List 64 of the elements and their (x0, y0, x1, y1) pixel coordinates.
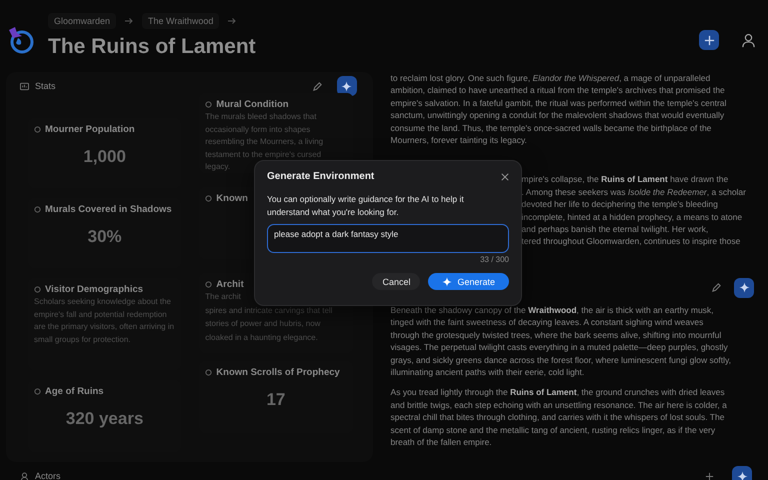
globe-logo-icon (6, 26, 34, 54)
generate-button[interactable]: Generate (428, 273, 509, 290)
description-paragraph: As you tread lightly through the Ruins of Lament, the ground crunches with dried leaves and brittle twigs, each step echoing with an unsettling resonance. The air here is colder, a spectral chill that bites through clothing, and carries with it the whispers of lost souls. The scent of damp stone and the metallic tang of ancient, rusting relics linger, as if the very breath of the fallen empire. (390, 386, 728, 448)
person-icon (20, 472, 29, 480)
dialog-title: Generate Environment (267, 171, 374, 182)
stat-icon (34, 388, 41, 395)
cancel-button[interactable]: Cancel (372, 273, 420, 290)
sparkle-icon (736, 470, 748, 480)
sparkle-icon (738, 282, 750, 294)
pencil-icon[interactable] (711, 282, 722, 294)
character-counter: 33 / 300 (479, 255, 509, 264)
stat-icon (205, 101, 212, 108)
breadcrumb-link[interactable]: Gloomwarden (48, 13, 116, 29)
arrow-right-icon (227, 17, 238, 25)
panel-title: Stats (35, 81, 56, 91)
guidance-field[interactable]: please adopt a dark fantasy style (267, 224, 509, 253)
stat-description: Scholars seeking knowledge about the empire's fall and potential redemption are the primary visitors, often arriving in small groups for protection. (34, 296, 176, 346)
stat-value: 1,000 (82, 147, 127, 167)
description-paragraph: to reclaim lost glory. One such figure, Elandor the Whispered, a mage of unparalleled ambition, claimed to have unearthed a ritual from the temple's archives that promised the empire's salvation. In a fateful gambit, the ritual was performed within the temple's central sanctum, unwittingly opening a conduit for the malevolent shadows that would eventually consume the land. Thus, the temple's once-sacred walls became the birthplace of the Mourners, forever tainting its legacy. (390, 72, 728, 146)
paragraph-line: . Among these seekers was Isolde the Redeemer, a scholar (522, 186, 746, 198)
user-icon[interactable] (741, 32, 756, 48)
stat-icon (34, 206, 41, 213)
paragraph-line: devoted her life to deciphering the temple's bleeding (522, 198, 719, 211)
description-paragraph: Beneath the shadowy canopy of the Wraithwood, the air is thick with an earthy musk, tinged with the faint sweetness of decaying leaves. A constant sighing wind weaves through the grotesquely twisted trees, where the bark seems alive, shifting into mournful visages. The perpetual twilight casts everything in a muted palette—deep purples, ghostly grays, and sickly greens dance across the forest floor, where luminescent fungi glow softly, illuminating ancient paths with their eerie, cold light. (390, 304, 732, 378)
dialog-description: You can optionally write guidance for the AI to help it understand what you're looking for. (267, 193, 465, 218)
stat-value: 17 (265, 390, 286, 410)
generate-button[interactable] (336, 76, 357, 96)
stat-icon (34, 126, 41, 133)
stat-icon (34, 286, 41, 293)
generate-button[interactable] (732, 466, 752, 480)
stat-title: Murals Covered in Shadows (45, 204, 172, 215)
paragraph-line: tered throughout Gloomwarden, continues to inspire those (522, 235, 742, 248)
page-title: The Ruins of Lament (48, 35, 256, 58)
stat-icon (205, 195, 212, 202)
paragraph-line: mpire's collapse, the Ruins of Lament have drawn the (522, 173, 730, 186)
stat-title: Archit (216, 279, 244, 290)
sparkle-icon (341, 80, 352, 92)
stat-title: Visitor Demographics (45, 284, 144, 295)
stat-description: The murals bleed shadows that occasionally form into shapes resembling the Mourners, a living testament to the empire's cursed legacy. (205, 111, 324, 172)
stat-title: Age of Ruins (45, 386, 104, 397)
stat-value: 320 years (64, 409, 144, 429)
stat-icon (205, 281, 212, 288)
section-title: Actors (35, 471, 61, 480)
plus-icon[interactable] (705, 472, 714, 480)
breadcrumb-link[interactable]: The Wraithwood (142, 13, 220, 29)
stat-title: Known (216, 193, 248, 204)
generate-button[interactable] (734, 278, 754, 298)
pencil-icon[interactable] (312, 80, 323, 92)
close-icon[interactable] (501, 172, 509, 180)
plus-icon (704, 34, 714, 46)
stat-title: Mural Condition (216, 99, 289, 110)
arrow-right-icon (124, 17, 134, 25)
chart-icon (20, 82, 29, 90)
add-button[interactable] (699, 30, 719, 50)
paragraph-line: and perhaps banish the eternal twilight. Her work, (522, 223, 710, 236)
sparkle-icon (442, 276, 452, 286)
stat-description: cloaked in a haunting elegance. (205, 332, 319, 344)
stat-icon (205, 369, 212, 376)
stat-description: The archit (205, 291, 242, 303)
stat-description: stories of power and hubris, now (205, 318, 322, 330)
stat-title: Mourner Population (45, 124, 135, 135)
stat-title: Known Scrolls of Prophecy (216, 367, 340, 378)
paragraph-line: incomplete, hinted at a hidden prophecy, a means to atone (522, 210, 744, 224)
stat-value: 30% (86, 227, 123, 247)
